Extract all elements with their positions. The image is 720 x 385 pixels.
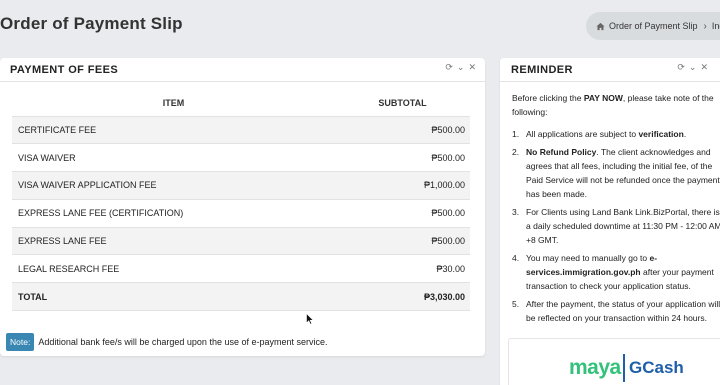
breadcrumb-link-order[interactable]: Order of Payment Slip: [609, 21, 698, 31]
breadcrumb: Order of Payment Slip › Inde: [586, 12, 720, 40]
fee-item: EXPRESS LANE FEE: [12, 226, 335, 255]
fees-table: ITEM SUBTOTAL CERTIFICATE FEE ₱500.00 VI…: [12, 90, 470, 312]
panel-title: REMINDER: [511, 64, 573, 76]
total-value: ₱3,030.00: [335, 282, 470, 312]
gcash-logo[interactable]: GCash: [629, 358, 684, 378]
column-header-item: ITEM: [162, 97, 185, 108]
fee-subtotal: ₱500.00: [335, 143, 470, 172]
list-item: 5. After the payment, the status of your …: [512, 299, 720, 323]
fee-subtotal: ₱500.00: [335, 198, 470, 228]
table-header-row: ITEM SUBTOTAL: [12, 90, 470, 116]
panel-tools: ⟳ ⌄ ✕: [677, 62, 708, 73]
total-label: TOTAL: [12, 282, 335, 312]
collapse-icon[interactable]: ⌄: [689, 62, 697, 73]
table-row: CERTIFICATE FEE ₱500.00: [12, 115, 470, 144]
fee-item: LEGAL RESEARCH FEE: [12, 254, 335, 283]
fee-subtotal: ₱30.00: [335, 254, 470, 283]
close-icon[interactable]: ✕: [468, 62, 476, 73]
list-item: 3. For Clients using Land Bank Link.BizPo…: [512, 207, 720, 245]
breadcrumb-separator-icon: ›: [703, 20, 707, 32]
refresh-icon[interactable]: ⟳: [677, 62, 685, 73]
list-item: 2. No Refund Policy. The client acknowled…: [512, 147, 720, 199]
fee-item: VISA WAIVER APPLICATION FEE: [12, 171, 335, 200]
home-icon[interactable]: [596, 22, 605, 31]
list-item: 1. All applications are subject to verifi…: [512, 129, 687, 139]
total-row: TOTAL ₱3,030.00: [12, 282, 470, 312]
payment-options-box[interactable]: maya GCash: [508, 338, 720, 385]
reminder-panel: REMINDER ⟳ ⌄ ✕ Before clicking the PAY N…: [500, 58, 720, 385]
table-row: LEGAL RESEARCH FEE ₱30.00: [12, 254, 470, 283]
logo-divider: [623, 354, 625, 382]
panel-title: PAYMENT OF FEES: [10, 64, 119, 76]
reminder-list: 1. All applications are subject to verifi…: [512, 127, 720, 325]
note-row: Note: Additional bank fee/s will be char…: [6, 333, 328, 351]
table-row: VISA WAIVER ₱500.00: [12, 143, 470, 172]
note-badge: Note:: [6, 333, 35, 351]
payment-of-fees-panel: PAYMENT OF FEES ⟳ ⌄ ✕ ITEM SUBTOTAL CERT…: [0, 58, 485, 356]
page-title: Order of Payment Slip: [0, 14, 183, 33]
close-icon[interactable]: ✕: [700, 62, 708, 73]
list-item: 4. You may need to manually go to e-servi…: [512, 253, 714, 291]
fee-item: VISA WAIVER: [12, 143, 335, 172]
panel-tools: ⟳ ⌄ ✕: [445, 62, 476, 73]
table-row: EXPRESS LANE FEE (CERTIFICATION) ₱500.00: [12, 198, 470, 228]
panel-header: REMINDER ⟳ ⌄ ✕: [500, 58, 720, 82]
breadcrumb-current: Inde: [711, 21, 720, 31]
refresh-icon[interactable]: ⟳: [445, 62, 453, 73]
reminder-body: Before clicking the PAY NOW, please take…: [512, 91, 720, 329]
fee-subtotal: ₱500.00: [335, 226, 470, 255]
reminder-intro: Before clicking the PAY NOW, please take…: [512, 93, 714, 117]
note-text: Additional bank fee/s will be charged up…: [38, 337, 328, 347]
page-header: Order of Payment Slip Order of Payment S…: [0, 0, 720, 52]
panel-header: PAYMENT OF FEES ⟳ ⌄ ✕: [0, 58, 485, 82]
fee-subtotal: ₱500.00: [335, 115, 470, 144]
collapse-icon[interactable]: ⌄: [457, 62, 465, 73]
column-header-subtotal: SUBTOTAL: [378, 97, 427, 108]
fee-item: EXPRESS LANE FEE (CERTIFICATION): [12, 198, 335, 228]
mouse-cursor-icon: [306, 313, 314, 325]
maya-logo[interactable]: maya: [569, 356, 621, 380]
fee-item: CERTIFICATE FEE: [12, 115, 335, 144]
table-row: EXPRESS LANE FEE ₱500.00: [12, 226, 470, 255]
table-row: VISA WAIVER APPLICATION FEE ₱1,000.00: [12, 171, 470, 200]
fee-subtotal: ₱1,000.00: [335, 171, 470, 200]
